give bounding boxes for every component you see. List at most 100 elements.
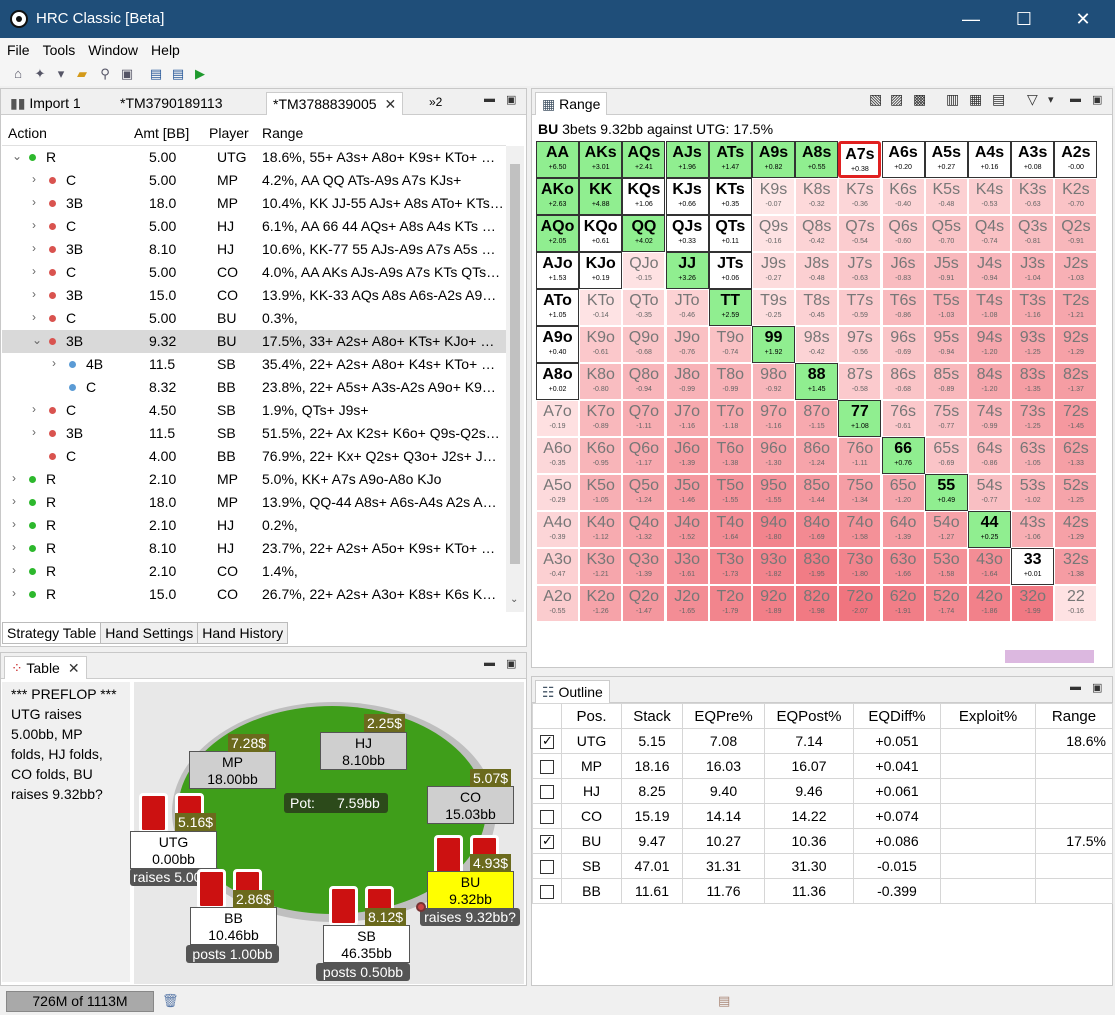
seat-sb[interactable]: SB 46.35bb xyxy=(323,925,410,963)
range-cell[interactable]: 73o -1.80 xyxy=(838,548,882,585)
col-eqpost-header[interactable]: EQPost% xyxy=(764,703,854,729)
close-tab-icon[interactable]: ✕ xyxy=(68,660,80,676)
col-action-header[interactable]: Action xyxy=(8,125,47,141)
range-cell[interactable]: 83o -1.95 xyxy=(795,548,839,585)
view-mode-2-icon[interactable]: ▨ xyxy=(890,91,903,108)
range-cell[interactable]: 97s -0.56 xyxy=(838,326,882,363)
range-cell[interactable]: A3o -0.47 xyxy=(536,548,579,585)
range-cell[interactable]: Q9o -0.68 xyxy=(622,326,666,363)
range-cell[interactable]: J2s -1.03 xyxy=(1054,252,1098,289)
outline-row[interactable]: MP 18.16 16.03 16.07 +0.041 xyxy=(532,753,1113,779)
col-stack-header[interactable]: Stack xyxy=(621,703,683,729)
range-cell[interactable]: A9s +0.82 xyxy=(752,141,795,178)
tree-row[interactable]: › 4B 11.5 SB 35.4%, 22+ A2s+ A8o+ K4s+ KTo+ … xyxy=(2,353,506,376)
tree-row[interactable]: › C 5.00 CO 4.0%, AA AKs AJs-A9s A7s KTs QTs… xyxy=(2,261,506,284)
range-cell[interactable]: 63s -1.05 xyxy=(1011,437,1055,474)
range-cell[interactable]: Q3o -1.39 xyxy=(622,548,666,585)
expand-chevron-icon[interactable]: › xyxy=(12,494,16,508)
tab-hand-history[interactable]: Hand History xyxy=(197,622,289,644)
outline-row[interactable]: UTG5.157.087.14+0.051 18.6% xyxy=(532,728,1113,754)
tab-strategy-table[interactable]: Strategy Table xyxy=(2,622,102,644)
range-cell[interactable]: J6o -1.39 xyxy=(665,437,709,474)
range-cell[interactable]: 76o -1.11 xyxy=(838,437,882,474)
range-cell[interactable]: Q6s -0.60 xyxy=(881,215,925,252)
range-cell[interactable]: 88 +1.45 xyxy=(795,363,839,400)
range-cell[interactable]: A8s +0.55 xyxy=(795,141,839,178)
range-cell[interactable]: AKo +2.63 xyxy=(536,178,579,215)
range-cell[interactable]: 92s -1.29 xyxy=(1054,326,1098,363)
range-cell[interactable]: ATs +1.47 xyxy=(708,141,752,178)
range-cell[interactable]: T9s -0.25 xyxy=(752,289,795,326)
range-cell[interactable]: Q7s -0.54 xyxy=(838,215,882,252)
range-cell[interactable]: A9o +0.40 xyxy=(536,326,579,363)
range-cell[interactable]: T5o -1.55 xyxy=(708,474,752,511)
range-cell[interactable]: 53s -1.02 xyxy=(1011,474,1055,511)
tab-tm3788839005[interactable]: *TM3788839005 ✕ xyxy=(266,92,404,115)
range-cell[interactable]: KQs +1.06 xyxy=(622,178,666,215)
range-cell[interactable]: K4o -1.12 xyxy=(579,511,623,548)
range-cell[interactable]: T7o -1.18 xyxy=(708,400,752,437)
range-cell[interactable]: 94s -1.20 xyxy=(968,326,1011,363)
expand-chevron-icon[interactable]: › xyxy=(32,287,36,301)
expand-chevron-icon[interactable]: › xyxy=(12,471,16,485)
expand-chevron-icon[interactable]: › xyxy=(12,563,16,577)
range-cell[interactable]: 33 +0.01 xyxy=(1011,548,1055,585)
range-cell[interactable]: 93s -1.25 xyxy=(1011,326,1055,363)
tree-row[interactable]: ⌄ 3B 9.32 BU 17.5%, 33+ A2s+ A8o+ KTs+ KJo+ … xyxy=(2,330,506,353)
seat-bu[interactable]: BU 9.32bb xyxy=(427,871,514,909)
minimize-panel-icon[interactable]: ▬ xyxy=(1070,93,1081,105)
range-cell[interactable]: 86s -0.68 xyxy=(881,363,925,400)
range-cell[interactable]: QTs +0.11 xyxy=(708,215,752,252)
col-eqdiff-header[interactable]: EQDiff% xyxy=(853,703,941,729)
range-cell[interactable]: 43o -1.64 xyxy=(968,548,1011,585)
range-cell[interactable]: K9s -0.07 xyxy=(752,178,795,215)
range-cell[interactable]: 98o -0.92 xyxy=(752,363,795,400)
view-mode-1-icon[interactable]: ▧ xyxy=(869,91,882,108)
range-cell[interactable]: 62o -1.91 xyxy=(881,585,925,622)
range-cell[interactable]: Q8s -0.42 xyxy=(795,215,839,252)
range-cell[interactable]: 85s -0.89 xyxy=(924,363,968,400)
range-cell[interactable]: 94o -1.80 xyxy=(752,511,795,548)
tab-range[interactable]: ▦ Range xyxy=(535,92,608,115)
scroll-down-icon[interactable]: ⌄ xyxy=(510,594,518,605)
range-cell[interactable]: JTo -0.46 xyxy=(665,289,709,326)
col-range-header[interactable]: Range xyxy=(1035,703,1113,729)
tree-row[interactable]: › C 5.00 MP 4.2%, AA QQ ATs-A9s A7s KJs+ xyxy=(2,169,506,192)
maximize-panel-icon[interactable]: ▣ xyxy=(506,93,516,106)
range-cell[interactable]: AKs +3.01 xyxy=(579,141,623,178)
range-cell[interactable]: QJo -0.15 xyxy=(622,252,666,289)
range-cell[interactable]: 22 -0.16 xyxy=(1054,585,1098,622)
range-cell[interactable]: J5s -0.91 xyxy=(924,252,968,289)
collapse-chevron-icon[interactable]: ⌄ xyxy=(12,149,22,163)
range-cell[interactable]: T2s -1.21 xyxy=(1054,289,1098,326)
range-cell[interactable]: T4o -1.64 xyxy=(708,511,752,548)
tree-row[interactable]: ⌄ R 5.00 UTG 18.6%, 55+ A3s+ A8o+ K9s+ KTo+ … xyxy=(2,146,506,169)
range-cell[interactable]: KTs +0.35 xyxy=(708,178,752,215)
scrollbar-thumb[interactable] xyxy=(510,164,520,564)
range-cell[interactable]: AJs +1.96 xyxy=(665,141,709,178)
minimize-panel-icon[interactable]: ▬ xyxy=(1070,681,1081,693)
range-cell[interactable]: A5s +0.27 xyxy=(924,141,968,178)
range-cell[interactable]: A7o -0.19 xyxy=(536,400,579,437)
range-cell[interactable]: T6s -0.86 xyxy=(881,289,925,326)
range-cell[interactable]: 84s -1.20 xyxy=(968,363,1011,400)
range-cell[interactable]: 82o -1.98 xyxy=(795,585,839,622)
expand-chevron-icon[interactable]: › xyxy=(32,218,36,232)
outline-row[interactable]: BU9.4710.2710.36+0.086 17.5% xyxy=(532,828,1113,854)
range-cell[interactable]: 84o -1.69 xyxy=(795,511,839,548)
overflow-tabs-button[interactable]: »2 xyxy=(423,92,448,115)
range-cell[interactable]: 92o -1.89 xyxy=(752,585,795,622)
close-button[interactable]: ✕ xyxy=(1063,6,1103,32)
tree-row[interactable]: › 3B 15.0 CO 13.9%, KK-33 AQs A8s A6s-A2s A9… xyxy=(2,284,506,307)
range-cell[interactable]: AA +6.50 xyxy=(536,141,579,178)
range-cell[interactable]: ATo +1.05 xyxy=(536,289,579,326)
range-cell[interactable]: KTo -0.14 xyxy=(579,289,623,326)
minimize-panel-icon[interactable]: ▬ xyxy=(484,93,495,105)
range-cell[interactable]: K2s -0.70 xyxy=(1054,178,1098,215)
color-grid-icon[interactable]: ▦ xyxy=(969,91,982,108)
check-cell[interactable] xyxy=(532,753,562,779)
tab-table[interactable]: ⁘ Table ✕ xyxy=(4,656,87,679)
range-cell[interactable]: A3s +0.08 xyxy=(1011,141,1055,178)
range-cell[interactable]: J7o -1.16 xyxy=(665,400,709,437)
range-scrollbar[interactable] xyxy=(1005,650,1094,663)
